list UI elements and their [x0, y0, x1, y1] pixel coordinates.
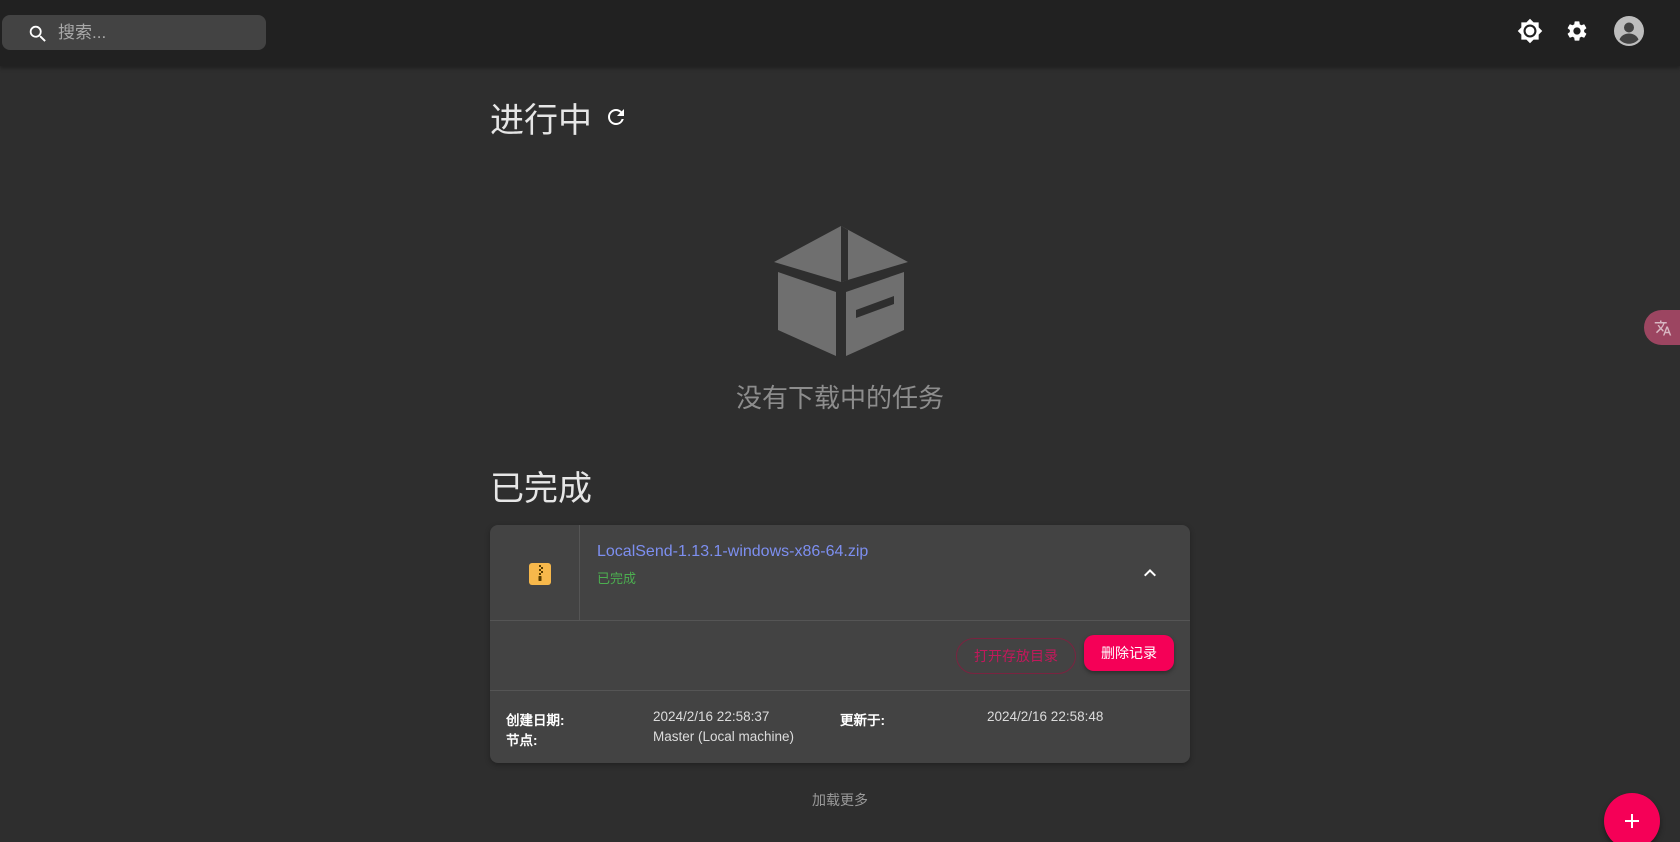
completed-title: 已完成 — [490, 470, 592, 508]
delete-record-button[interactable]: 删除记录 — [1084, 635, 1174, 671]
file-name-link[interactable]: LocalSend-1.13.1-windows-x86-64.zip — [597, 543, 868, 561]
brightness-icon[interactable] — [1515, 16, 1545, 46]
translate-icon — [1654, 320, 1672, 335]
translate-tab[interactable] — [1644, 310, 1680, 345]
load-more-link[interactable]: 加载更多 — [790, 790, 890, 810]
task-card: LocalSend-1.13.1-windows-x86-64.zip 已完成 … — [490, 525, 1190, 763]
empty-box-icon — [774, 226, 908, 356]
task-actions: 打开存放目录 删除记录 — [490, 621, 1190, 691]
task-card-header: LocalSend-1.13.1-windows-x86-64.zip 已完成 — [490, 525, 1190, 621]
updated-label: 更新于: — [840, 713, 885, 728]
settings-icon[interactable] — [1562, 16, 1592, 46]
add-task-fab[interactable] — [1604, 793, 1660, 842]
plus-icon — [1625, 814, 1639, 828]
node-value: Master (Local machine) — [653, 729, 795, 744]
open-folder-button[interactable]: 打开存放目录 — [956, 638, 1076, 674]
zip-file-icon — [529, 563, 551, 585]
created-date-label: 创建日期: — [506, 713, 565, 728]
empty-tasks-message: 没有下载中的任务 — [735, 383, 944, 413]
created-date-value: 2024/2/16 22:58:37 — [653, 709, 770, 724]
updated-value: 2024/2/16 22:58:48 — [987, 709, 1104, 724]
account-icon[interactable] — [1612, 14, 1646, 48]
chevron-up-icon[interactable] — [1138, 561, 1162, 585]
search-box[interactable] — [2, 15, 266, 50]
file-icon-cell — [490, 525, 580, 621]
node-label: 节点: — [506, 733, 538, 748]
top-app-bar — [0, 0, 1680, 66]
in-progress-title: 进行中 — [490, 102, 592, 140]
search-input[interactable] — [58, 15, 258, 50]
search-icon — [29, 25, 46, 42]
refresh-icon[interactable] — [604, 105, 628, 129]
task-status: 已完成 — [597, 571, 637, 586]
